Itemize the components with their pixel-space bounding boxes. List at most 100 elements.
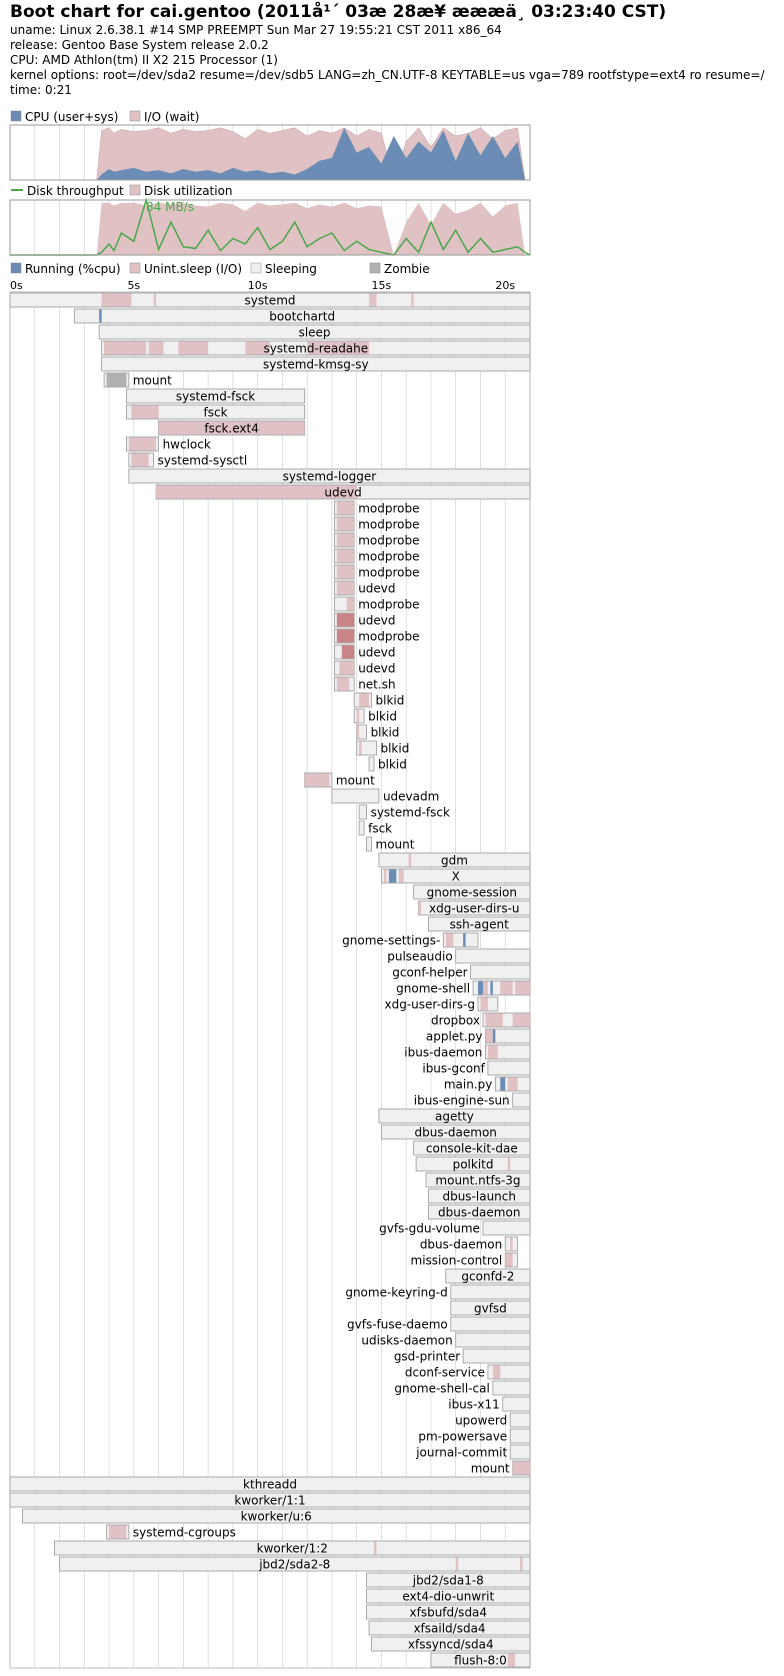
process-label: mount.ntfs-3g: [435, 1174, 520, 1188]
process-bar: [509, 1428, 531, 1444]
x-tick-label: 0s: [10, 279, 23, 292]
process-label: udevd: [358, 582, 395, 596]
process-label: ibus-x11: [448, 1398, 500, 1412]
process-label: gnome-settings-: [342, 934, 440, 948]
process-label: hwclock: [163, 438, 211, 452]
process-label: blkid: [378, 758, 407, 772]
process-bar: [502, 1396, 531, 1412]
process-label: udevadm: [383, 790, 439, 804]
process-bar: [512, 1092, 531, 1108]
process-label: net.sh: [358, 678, 395, 692]
process-label: modprobe: [358, 550, 419, 564]
io-wait-segment: [411, 293, 414, 307]
io-wait-segment: [128, 437, 157, 451]
cpu-running-segment: [463, 933, 466, 947]
x-tick-label: 5s: [127, 279, 140, 292]
process-bar: [455, 1332, 531, 1348]
legend-disk-util-swatch: [129, 184, 141, 196]
io-wait-segment: [109, 1525, 127, 1539]
io-wait-segment: [131, 453, 149, 467]
io-wait-segment: [512, 1461, 530, 1475]
process-label: dbus-daemon: [420, 1238, 502, 1252]
process-label: kworker/u:6: [241, 1510, 312, 1524]
io-wait-segment: [374, 1541, 377, 1555]
process-label: modprobe: [358, 598, 419, 612]
process-label: modprobe: [358, 502, 419, 516]
cpu-running-segment: [388, 869, 397, 883]
process-label: systemd-fsck: [371, 806, 450, 820]
process-label: systemd-kmsg-sy: [263, 358, 369, 372]
io-wait-segment: [359, 741, 362, 755]
process-bar: [450, 1284, 531, 1300]
process-label: systemd-logger: [283, 470, 377, 484]
x-tick-label: 10s: [248, 279, 268, 292]
process-label: blkid: [376, 694, 405, 708]
process-label: gnome-keyring-d: [345, 1286, 447, 1300]
process-label: pulseaudio: [387, 950, 452, 964]
process-bar: [509, 1444, 531, 1460]
io-wait-segment: [336, 517, 355, 531]
io-wait-segment: [515, 981, 530, 995]
process-label: dbus-launch: [442, 1190, 516, 1204]
process-label: systemd-sysctl: [158, 454, 248, 468]
legend-disk-util-label: Disk utilization: [144, 184, 233, 198]
process-label: xfsbufd/sda4: [410, 1606, 488, 1620]
legend-cpu-swatch: [10, 110, 22, 122]
process-bar: [470, 964, 531, 980]
io-wait-segment: [507, 1157, 511, 1171]
process-label: mission-control: [411, 1254, 503, 1268]
process-bar: [455, 948, 531, 964]
io-wait-segment: [178, 341, 209, 355]
legend-running-swatch: [10, 262, 22, 274]
process-label: ext4-dio-unwrit: [402, 1590, 494, 1604]
process-label: fsck: [368, 822, 392, 836]
max-throughput-label: 84 MB/s: [146, 200, 194, 214]
process-label: kthreadd: [243, 1478, 297, 1492]
process-bar: [487, 1060, 531, 1076]
process-label: modprobe: [358, 630, 419, 644]
legend-sleeping-label: Sleeping: [265, 262, 317, 276]
io-wait-segment: [485, 1029, 493, 1043]
process-label: mount: [133, 374, 172, 388]
io-wait-segment: [336, 565, 355, 579]
io-wait-segment: [131, 405, 159, 419]
process-bar: [358, 804, 367, 820]
process-label: gvfs-fuse-daemo: [347, 1318, 448, 1332]
process-label: systemd-fsck: [176, 390, 255, 404]
io-wait-segment: [408, 853, 412, 867]
io-wait-segment: [356, 725, 360, 739]
process-label: fsck: [204, 406, 228, 420]
io-wait-segment: [304, 773, 330, 787]
io-wait-segment: [359, 693, 370, 707]
process-label: kworker/1:1: [234, 1494, 305, 1508]
io-wait-segment-heavy: [336, 613, 355, 627]
process-label: dbus-daemon: [438, 1206, 520, 1220]
io-wait-segment: [398, 869, 404, 883]
process-label: mount: [336, 774, 375, 788]
io-wait-segment: [485, 1013, 503, 1027]
io-wait-segment: [520, 1557, 523, 1571]
process-label: mount: [376, 838, 415, 852]
legend-zombie-label: Zombie: [384, 262, 430, 276]
process-bar: [358, 820, 365, 836]
legend-zombie-swatch: [369, 262, 381, 274]
io-wait-segment-heavy: [336, 629, 355, 643]
process-label: xfsaild/sda4: [413, 1622, 485, 1636]
process-bar: [509, 1412, 531, 1428]
io-wait-segment: [101, 293, 132, 307]
process-label: modprobe: [358, 518, 419, 532]
io-wait-segment: [512, 1013, 530, 1027]
bootchart-svg: CPU (user+sys) I/O (wait) Disk throughput D…: [9, 110, 531, 1669]
io-wait-segment: [104, 341, 147, 355]
process-label: blkid: [380, 742, 409, 756]
process-label: udisks-daemon: [361, 1334, 452, 1348]
process-label: sleep: [299, 326, 331, 340]
process-label: mount: [471, 1462, 510, 1476]
process-label: modprobe: [358, 534, 419, 548]
process-label: udevd: [358, 646, 395, 660]
process-label: pm-powersave: [418, 1430, 507, 1444]
process-label: systemd-readahe: [263, 342, 368, 356]
cpu-running-segment: [490, 981, 493, 995]
process-label: gdm: [441, 854, 468, 868]
process-label: polkitd: [453, 1158, 494, 1172]
